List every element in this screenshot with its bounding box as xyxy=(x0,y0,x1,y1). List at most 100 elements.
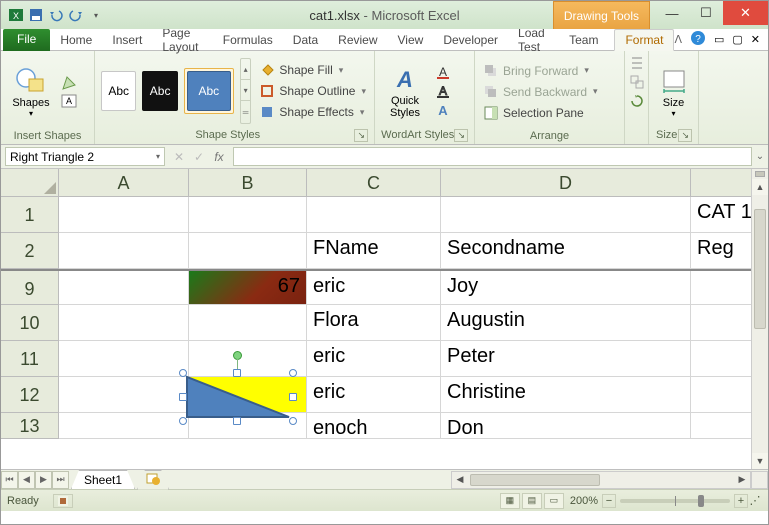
row-header-11[interactable]: 11 xyxy=(1,341,59,377)
cell-A1[interactable] xyxy=(59,197,189,233)
selection-pane-button[interactable]: Selection Pane xyxy=(481,104,618,122)
scroll-up-icon[interactable]: ▲ xyxy=(752,179,768,195)
bring-forward-button[interactable]: Bring Forward▾ xyxy=(481,62,618,80)
cell-C12[interactable]: eric xyxy=(307,377,441,413)
qat-menu-icon[interactable]: ▾ xyxy=(87,6,105,24)
close-button[interactable]: ✕ xyxy=(723,1,768,25)
split-handle-icon[interactable] xyxy=(755,171,765,177)
scroll-left-icon[interactable]: ◀ xyxy=(452,474,468,485)
cell-C9[interactable]: eric xyxy=(307,271,441,305)
scroll-thumb-v[interactable] xyxy=(754,209,766,329)
col-header-E[interactable] xyxy=(691,169,753,197)
shape-fill-button[interactable]: Shape Fill▾ xyxy=(257,61,368,79)
col-header-B[interactable]: B xyxy=(189,169,307,197)
col-header-D[interactable]: D xyxy=(441,169,691,197)
rotate-icon[interactable] xyxy=(629,93,645,109)
col-header-C[interactable]: C xyxy=(307,169,441,197)
fbar-enter-icon[interactable]: ✓ xyxy=(191,150,207,164)
name-box[interactable]: Right Triangle 2▾ xyxy=(5,147,165,166)
resize-handle-w[interactable] xyxy=(179,393,187,401)
select-all-button[interactable] xyxy=(1,169,59,197)
formula-expand-icon[interactable]: ⌄ xyxy=(752,151,768,162)
resize-handle-n[interactable] xyxy=(233,369,241,377)
horizontal-scrollbar[interactable]: ◀ ▶ xyxy=(451,471,751,489)
sheet-nav-next-icon[interactable]: ▶ xyxy=(35,471,52,489)
cell-C2[interactable]: FName xyxy=(307,233,441,269)
resize-handle-nw[interactable] xyxy=(179,369,187,377)
scroll-down-icon[interactable]: ▼ xyxy=(752,453,768,469)
resize-handle-se[interactable] xyxy=(289,417,297,425)
cell-D9[interactable]: Joy xyxy=(441,271,691,305)
cell-C11[interactable]: eric xyxy=(307,341,441,377)
tab-file[interactable]: File xyxy=(3,29,50,51)
size-button[interactable]: Size ▾ xyxy=(655,65,692,118)
tab-formulas[interactable]: Formulas xyxy=(213,30,283,50)
cell-E11[interactable] xyxy=(691,341,753,377)
tab-home[interactable]: Home xyxy=(50,30,102,50)
resize-handle-s[interactable] xyxy=(233,417,241,425)
align-icon[interactable] xyxy=(629,55,645,71)
shape-outline-button[interactable]: Shape Outline▾ xyxy=(257,82,368,100)
zoom-in-button[interactable]: + xyxy=(734,494,748,508)
fx-button[interactable]: fx xyxy=(211,150,227,164)
minimize-ribbon-icon[interactable]: ᐱ xyxy=(674,33,682,46)
zoom-value[interactable]: 200% xyxy=(570,495,598,507)
tab-view[interactable]: View xyxy=(388,30,434,50)
row-header-12[interactable]: 12 xyxy=(1,377,59,413)
text-outline-icon[interactable]: A xyxy=(435,83,451,99)
row-header-9[interactable]: 9 xyxy=(1,271,59,305)
resize-handle-sw[interactable] xyxy=(179,417,187,425)
resize-grip-icon[interactable]: ⋰ xyxy=(748,494,762,507)
redo-icon[interactable] xyxy=(67,6,85,24)
cell-B9[interactable]: 67 xyxy=(189,271,307,305)
help-icon[interactable]: ? xyxy=(690,30,706,49)
view-page-layout-icon[interactable]: ▤ xyxy=(522,493,542,509)
zoom-slider[interactable] xyxy=(620,499,730,503)
quick-styles-button[interactable]: A Quick Styles xyxy=(381,63,429,119)
row-header-1[interactable]: 1 xyxy=(1,197,59,233)
text-effects-icon[interactable]: A xyxy=(435,102,451,118)
sheet-nav-prev-icon[interactable]: ◀ xyxy=(18,471,35,489)
resize-handle-ne[interactable] xyxy=(289,369,297,377)
cell-E9[interactable] xyxy=(691,271,753,305)
shapes-button[interactable]: Shapes ▾ xyxy=(7,65,55,118)
cell-B2[interactable] xyxy=(189,233,307,269)
cell-E2[interactable]: Reg xyxy=(691,233,753,269)
cell-A10[interactable] xyxy=(59,305,189,341)
row-header-2[interactable]: 2 xyxy=(1,233,59,269)
cell-D10[interactable]: Augustin xyxy=(441,305,691,341)
fbar-cancel-icon[interactable]: ✕ xyxy=(171,150,187,164)
tab-team[interactable]: Team xyxy=(559,30,608,50)
row-header-10[interactable]: 10 xyxy=(1,305,59,341)
col-header-A[interactable]: A xyxy=(59,169,189,197)
cell-B10[interactable] xyxy=(189,305,307,341)
cell-A12[interactable] xyxy=(59,377,189,413)
row-header-13[interactable]: 13 xyxy=(1,413,59,439)
resize-handle-e[interactable] xyxy=(289,393,297,401)
text-box-icon[interactable]: A xyxy=(61,93,77,109)
group-icon[interactable] xyxy=(629,74,645,90)
formula-input[interactable] xyxy=(233,147,752,166)
tab-insert[interactable]: Insert xyxy=(102,30,152,50)
style-thumb-2[interactable]: Abc xyxy=(142,71,177,111)
view-normal-icon[interactable]: ▦ xyxy=(500,493,520,509)
cell-A11[interactable] xyxy=(59,341,189,377)
restore-workbook-icon[interactable]: ▭ xyxy=(714,33,724,46)
maximize-workbook-icon[interactable]: ▢ xyxy=(732,33,742,46)
minimize-button[interactable]: — xyxy=(655,1,689,25)
macro-record-icon[interactable] xyxy=(53,494,73,508)
cell-C13[interactable]: enoch xyxy=(307,413,441,439)
scroll-thumb-h[interactable] xyxy=(470,474,600,486)
tab-review[interactable]: Review xyxy=(328,30,387,50)
cell-D2[interactable]: Secondname xyxy=(441,233,691,269)
scroll-right-icon[interactable]: ▶ xyxy=(734,474,750,485)
sheet-tab-sheet1[interactable]: Sheet1 xyxy=(71,470,135,489)
zoom-out-button[interactable]: − xyxy=(602,494,616,508)
cell-E10[interactable] xyxy=(691,305,753,341)
cell-D1[interactable] xyxy=(441,197,691,233)
cell-D11[interactable]: Peter xyxy=(441,341,691,377)
cell-A13[interactable] xyxy=(59,413,189,439)
edit-shape-icon[interactable] xyxy=(61,75,77,91)
cell-B1[interactable] xyxy=(189,197,307,233)
shape-effects-button[interactable]: Shape Effects▾ xyxy=(257,103,368,121)
